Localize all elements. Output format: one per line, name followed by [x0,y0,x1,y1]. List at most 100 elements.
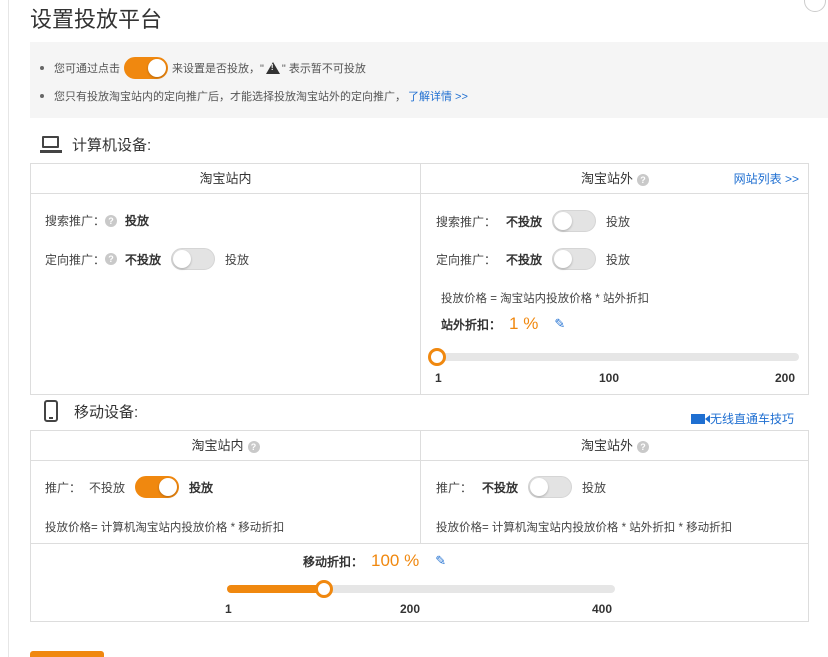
pc-outside-discount: 站外折扣： 1 % ✎ [441,314,565,334]
pc-outside-discount-value: 1 % [509,314,539,333]
mobile-panel: 淘宝站内? 推广： 不投放 投放 投放价格= 计算机淘宝站内投放价格 * 移动折… [30,430,809,622]
pc-outside-slider-track[interactable] [437,353,799,361]
example-toggle [124,57,168,79]
toggle-knob [554,212,573,230]
mobile-outside-header-label: 淘宝站外 [580,438,633,453]
pc-outside-price-formula: 投放价格 = 淘宝站内投放价格 * 站外折扣 [441,293,649,305]
left-divider [8,0,9,657]
mobile-inside-header-label: 淘宝站内 [191,438,244,453]
divider [31,543,808,544]
pc-outside-header: 淘宝站外? 网站列表 >> [421,164,809,194]
bullet [40,94,44,98]
mobile-outside-promo-label: 推广： [436,480,473,495]
toggle-knob [148,59,166,77]
slider-tick: 200 [400,602,421,616]
pc-outside-targeted-label: 定向推广： [436,252,497,267]
pc-inside-header-label: 淘宝站内 [199,171,252,186]
pc-inside-search-label: 搜索推广： [45,214,106,228]
pc-inside-header: 淘宝站内 [31,164,420,194]
pc-outside-discount-label: 站外折扣： [441,317,502,332]
pc-outside-targeted-on-label: 投放 [606,252,631,267]
pc-inside-search-row: 搜索推广： ? 投放 [45,212,149,229]
pc-outside-search-toggle[interactable] [552,210,597,232]
pc-inside-targeted-on-label: 投放 [225,252,250,267]
toggle-knob [530,478,549,496]
help-icon[interactable]: ? [105,253,118,265]
mobile-outside-on-label: 投放 [582,480,607,495]
pc-outside-search-on-label: 投放 [606,214,631,229]
mobile-inside-promo-label: 推广： [45,480,82,495]
bullet [40,66,44,70]
pc-inside-column: 淘宝站内 搜索推广： ? 投放 定向推广： ? 不投放 投放 [31,164,420,394]
mobile-inside-column: 淘宝站内? 推广： 不投放 投放 投放价格= 计算机淘宝站内投放价格 * 移动折… [31,431,420,543]
pc-inside-targeted-row: 定向推广： ? 不投放 投放 [45,248,249,270]
mobile-inside-on-label: 投放 [189,480,214,495]
mobile-discount-label: 移动折扣： [303,554,364,569]
pc-panel: 淘宝站内 搜索推广： ? 投放 定向推广： ? 不投放 投放 淘宝站外? 网站列… [30,163,809,395]
mobile-inside-price-formula: 投放价格= 计算机淘宝站内投放价格 * 移动折扣 [45,522,285,534]
notice-line1-mid: 来设置是否投放，" [172,63,264,75]
slider-tick: 100 [599,371,620,385]
pc-outside-search-off-label: 不投放 [506,214,543,229]
help-icon[interactable]: ? [247,440,260,453]
mobile-section-title: 移动设备: [74,403,139,421]
page-title: 设置投放平台 [30,7,163,32]
toggle-knob [173,250,192,268]
pc-inside-targeted-toggle[interactable] [171,248,216,270]
phone-icon [44,400,58,422]
notice-line2-text: 您只有投放淘宝站内的定向推广后，才能选择投放淘宝站外的定向推广， [54,91,406,103]
notice-box: 您可通过点击 来设置是否投放，" " 表示暂不可投放 您只有投放淘宝站内的定向推… [30,42,828,118]
pc-outside-column: 淘宝站外? 网站列表 >> 搜索推广： 不投放 投放 定向推广： 不投放 投放 … [420,164,809,394]
pc-outside-targeted-off-label: 不投放 [506,252,543,267]
mobile-slider-fill [227,585,324,593]
mobile-discount: 移动折扣： 100 % ✎ [303,551,446,571]
toggle-knob [554,250,573,268]
pc-section-heading: 计算机设备: [40,134,151,155]
slider-tick: 1 [435,371,442,385]
pc-outside-search-row: 搜索推广： 不投放 投放 [436,210,630,232]
pc-inside-search-value: 投放 [125,214,150,228]
mobile-outside-column: 淘宝站外? 推广： 不投放 投放 投放价格= 计算机淘宝站内投放价格 * 站外折… [420,431,809,543]
mobile-slider-thumb[interactable] [314,580,333,598]
pencil-icon[interactable]: ✎ [554,316,565,332]
video-icon [690,413,710,424]
close-icon[interactable] [804,0,826,12]
notice-line1-prefix: 您可通过点击 [54,63,120,75]
help-icon[interactable]: ? [637,173,649,186]
pc-inside-targeted-off-label: 不投放 [125,252,162,267]
mobile-discount-value: 100 % [371,551,420,570]
notice-line1-suffix: " 表示暂不可投放 [281,63,366,75]
pc-outside-search-label: 搜索推广： [436,214,497,229]
pencil-icon[interactable]: ✎ [435,553,446,569]
mobile-inside-header: 淘宝站内? [31,431,420,461]
site-list-link[interactable]: 网站列表 >> [734,164,799,194]
slider-tick: 1 [225,602,232,616]
pc-outside-targeted-toggle[interactable] [552,248,597,270]
warning-icon [265,62,280,74]
mobile-inside-toggle[interactable] [135,476,180,498]
toggle-knob [159,478,178,496]
wireless-tips-link[interactable]: 无线直通车技巧 [690,410,794,427]
slider-tick: 200 [775,371,796,385]
slider-tick: 400 [592,602,613,616]
mobile-section-heading: 移动设备: [44,400,138,422]
learn-more-link[interactable]: 了解详情 >> [408,88,468,104]
mobile-outside-header: 淘宝站外? [421,431,809,461]
submit-button[interactable] [30,651,104,657]
mobile-outside-off-label: 不投放 [482,480,519,495]
pc-section-title: 计算机设备: [72,137,152,154]
help-icon[interactable]: ? [637,440,649,453]
wireless-tips-label: 无线直通车技巧 [709,412,794,426]
computer-icon [40,135,62,154]
pc-outside-slider-thumb[interactable] [428,348,446,366]
pc-inside-targeted-label: 定向推广： [45,252,106,267]
pc-outside-targeted-row: 定向推广： 不投放 投放 [436,248,630,270]
mobile-outside-toggle[interactable] [528,476,573,498]
help-icon[interactable]: ? [105,214,118,227]
notice-line-1: 您可通过点击 来设置是否投放，" " 表示暂不可投放 [40,54,828,82]
pc-outside-header-label: 淘宝站外 [580,171,633,186]
mobile-inside-off-label: 不投放 [89,480,126,495]
mobile-outside-price-formula: 投放价格= 计算机淘宝站内投放价格 * 站外折扣 * 移动折扣 [436,522,733,534]
notice-line-2: 您只有投放淘宝站内的定向推广后，才能选择投放淘宝站外的定向推广， 了解详情 >> [40,82,828,110]
mobile-inside-promo-row: 推广： 不投放 投放 [45,476,213,498]
